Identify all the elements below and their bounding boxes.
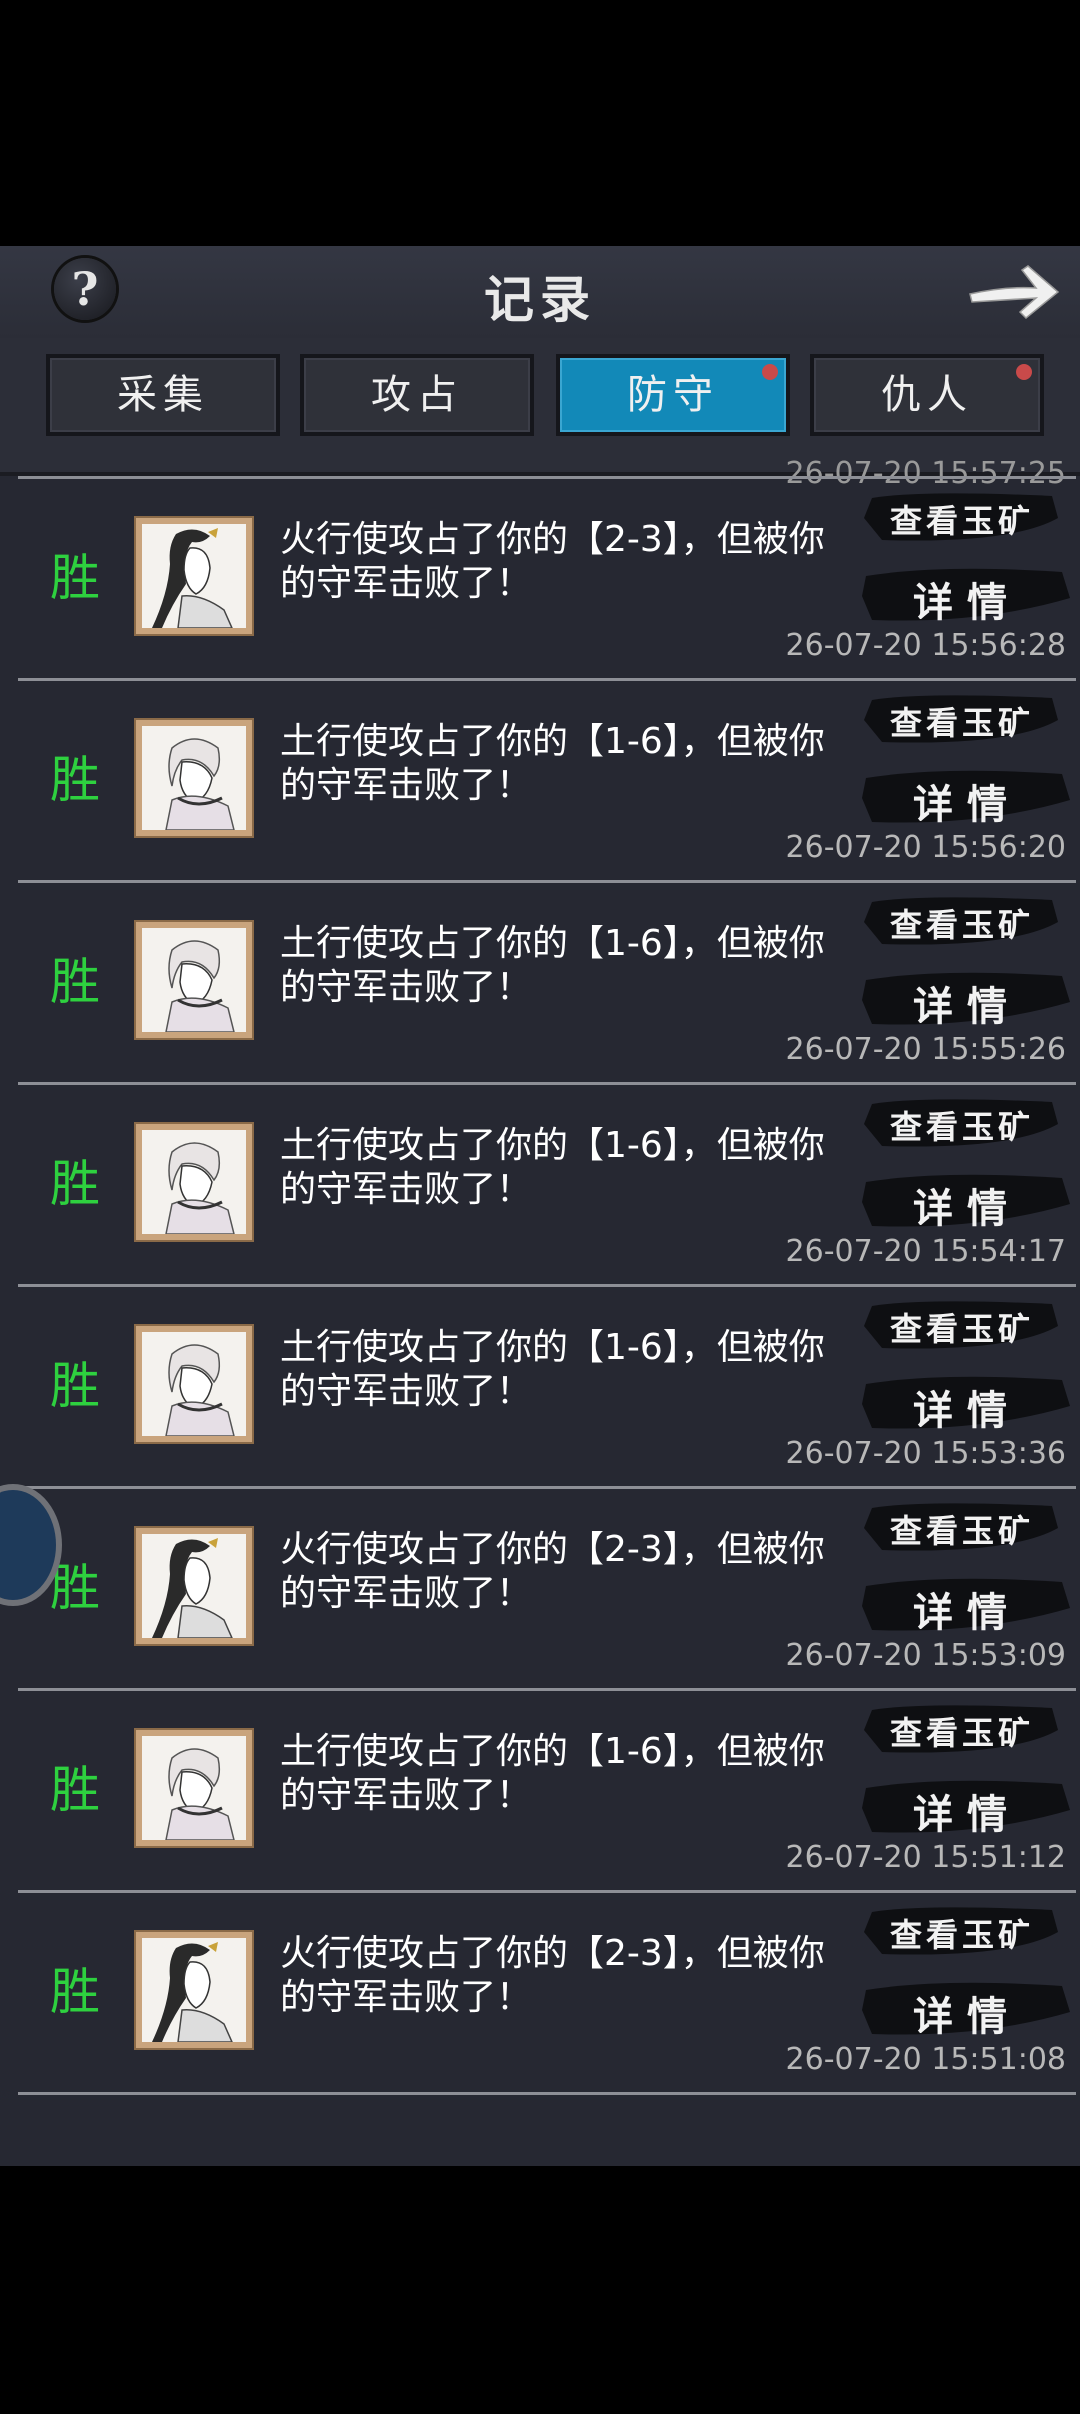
tab-label: 仇人 — [881, 372, 973, 418]
record-time: 26-07-20 15:51:08 — [785, 2042, 1066, 2077]
tab-defend[interactable]: 防守 — [556, 354, 790, 436]
details-label: 详情 — [913, 1387, 1021, 1434]
earth-envoy-avatar — [142, 1130, 246, 1234]
notification-dot — [762, 364, 778, 380]
view-jade-mine-button[interactable]: 查看玉矿 — [862, 1902, 1062, 1962]
record-time: 26-07-20 15:56:28 — [785, 628, 1066, 663]
result-label: 胜 — [50, 1559, 100, 1617]
details-button[interactable]: 详情 — [862, 764, 1072, 830]
record-time: 26-07-20 15:53:09 — [785, 1638, 1066, 1673]
notification-dot — [1016, 364, 1032, 380]
record-message: 火行使攻占了你的【2-3】，但被你的守军击败了！ — [280, 1933, 825, 2018]
details-label: 详情 — [913, 579, 1021, 626]
result-label: 胜 — [50, 751, 100, 809]
record-time: 26-07-20 15:51:12 — [785, 1840, 1066, 1875]
result-label: 胜 — [50, 549, 100, 607]
page-title: 记录 — [484, 270, 596, 329]
enemy-avatar — [134, 516, 254, 636]
record-row: 胜 火行使攻占了你的【2-3】，但被你的守军击败了！ 查看玉矿 详情 26-07… — [0, 478, 1080, 678]
view-mine-label: 查看玉矿 — [889, 704, 1034, 742]
record-message: 火行使攻占了你的【2-3】，但被你的守军击败了！ — [280, 519, 825, 604]
result-label: 胜 — [50, 1963, 100, 2021]
view-mine-label: 查看玉矿 — [889, 1108, 1034, 1146]
record-row: 胜 火行使攻占了你的【2-3】，但被你的守军击败了！ 查看玉矿 详情 26-07… — [0, 1892, 1080, 2092]
details-button[interactable]: 详情 — [862, 966, 1072, 1032]
details-button[interactable]: 详情 — [862, 1572, 1072, 1638]
record-time: 26-07-20 15:54:17 — [785, 1234, 1066, 1269]
record-message: 土行使攻占了你的【1-6】，但被你的守军击败了！ — [280, 923, 825, 1008]
record-row: 胜 土行使攻占了你的【1-6】，但被你的守军击败了！ 查看玉矿 详情 26-07… — [0, 680, 1080, 880]
details-button[interactable]: 详情 — [862, 1370, 1072, 1436]
details-label: 详情 — [913, 781, 1021, 828]
view-mine-label: 查看玉矿 — [889, 1916, 1034, 1954]
header-bar: ? 记录 — [0, 246, 1080, 338]
records-panel: ? 记录 采集 攻占 防守 仇人 26-07-20 15:57:25 胜 火行使… — [0, 246, 1080, 2166]
record-row: 胜 土行使攻占了你的【1-6】，但被你的守军击败了！ 查看玉矿 详情 26-07… — [0, 1084, 1080, 1284]
earth-envoy-avatar — [142, 726, 246, 830]
view-mine-label: 查看玉矿 — [889, 906, 1034, 944]
fire-envoy-avatar — [142, 1534, 246, 1638]
arrow-right-icon — [969, 265, 1060, 320]
back-button[interactable] — [966, 260, 1062, 324]
details-label: 详情 — [913, 983, 1021, 1030]
fire-envoy-avatar — [142, 1938, 246, 2042]
view-mine-label: 查看玉矿 — [889, 1512, 1034, 1550]
fire-envoy-avatar — [142, 524, 246, 628]
view-jade-mine-button[interactable]: 查看玉矿 — [862, 690, 1062, 750]
earth-envoy-avatar — [142, 928, 246, 1032]
record-message: 土行使攻占了你的【1-6】，但被你的守军击败了！ — [280, 1327, 825, 1412]
earth-envoy-avatar — [142, 1736, 246, 1840]
view-jade-mine-button[interactable]: 查看玉矿 — [862, 1296, 1062, 1356]
record-time: 26-07-20 15:55:26 — [785, 1032, 1066, 1067]
tab-attack[interactable]: 攻占 — [300, 354, 534, 436]
details-button[interactable]: 详情 — [862, 1976, 1072, 2042]
record-row: 胜 土行使攻占了你的【1-6】，但被你的守军击败了！ 查看玉矿 详情 26-07… — [0, 882, 1080, 1082]
record-row: 胜 火行使攻占了你的【2-3】，但被你的守军击败了！ 查看玉矿 详情 26-07… — [0, 1488, 1080, 1688]
view-jade-mine-button[interactable]: 查看玉矿 — [862, 488, 1062, 548]
tab-label: 采集 — [117, 372, 209, 418]
enemy-avatar — [134, 1324, 254, 1444]
record-row: 胜 土行使攻占了你的【1-6】，但被你的守军击败了！ 查看玉矿 详情 26-07… — [0, 1286, 1080, 1486]
tab-label: 防守 — [627, 372, 719, 418]
view-mine-label: 查看玉矿 — [889, 502, 1034, 540]
enemy-avatar — [134, 718, 254, 838]
view-mine-label: 查看玉矿 — [889, 1310, 1034, 1348]
tab-collect[interactable]: 采集 — [46, 354, 280, 436]
details-button[interactable]: 详情 — [862, 1168, 1072, 1234]
view-mine-label: 查看玉矿 — [889, 1714, 1034, 1752]
tab-enemies[interactable]: 仇人 — [810, 354, 1044, 436]
enemy-avatar — [134, 1930, 254, 2050]
details-label: 详情 — [913, 1185, 1021, 1232]
record-message: 火行使攻占了你的【2-3】，但被你的守军击败了！ — [280, 1529, 825, 1614]
row-divider — [18, 2092, 1076, 2095]
details-label: 详情 — [913, 1589, 1021, 1636]
result-label: 胜 — [50, 953, 100, 1011]
details-label: 详情 — [913, 1993, 1021, 2040]
result-label: 胜 — [50, 1155, 100, 1213]
enemy-avatar — [134, 1728, 254, 1848]
record-message: 土行使攻占了你的【1-6】，但被你的守军击败了！ — [280, 1731, 825, 1816]
result-label: 胜 — [50, 1761, 100, 1819]
details-button[interactable]: 详情 — [862, 562, 1072, 628]
enemy-avatar — [134, 1122, 254, 1242]
record-row: 胜 土行使攻占了你的【1-6】，但被你的守军击败了！ 查看玉矿 详情 26-07… — [0, 1690, 1080, 1890]
earth-envoy-avatar — [142, 1332, 246, 1436]
record-time: 26-07-20 15:56:20 — [785, 830, 1066, 865]
view-jade-mine-button[interactable]: 查看玉矿 — [862, 892, 1062, 952]
record-message: 土行使攻占了你的【1-6】，但被你的守军击败了！ — [280, 721, 825, 806]
record-message: 土行使攻占了你的【1-6】，但被你的守军击败了！ — [280, 1125, 825, 1210]
view-jade-mine-button[interactable]: 查看玉矿 — [862, 1094, 1062, 1154]
view-jade-mine-button[interactable]: 查看玉矿 — [862, 1498, 1062, 1558]
enemy-avatar — [134, 920, 254, 1040]
view-jade-mine-button[interactable]: 查看玉矿 — [862, 1700, 1062, 1760]
details-button[interactable]: 详情 — [862, 1774, 1072, 1840]
result-label: 胜 — [50, 1357, 100, 1415]
details-label: 详情 — [913, 1791, 1021, 1838]
tab-label: 攻占 — [371, 372, 463, 418]
record-time: 26-07-20 15:53:36 — [785, 1436, 1066, 1471]
enemy-avatar — [134, 1526, 254, 1646]
